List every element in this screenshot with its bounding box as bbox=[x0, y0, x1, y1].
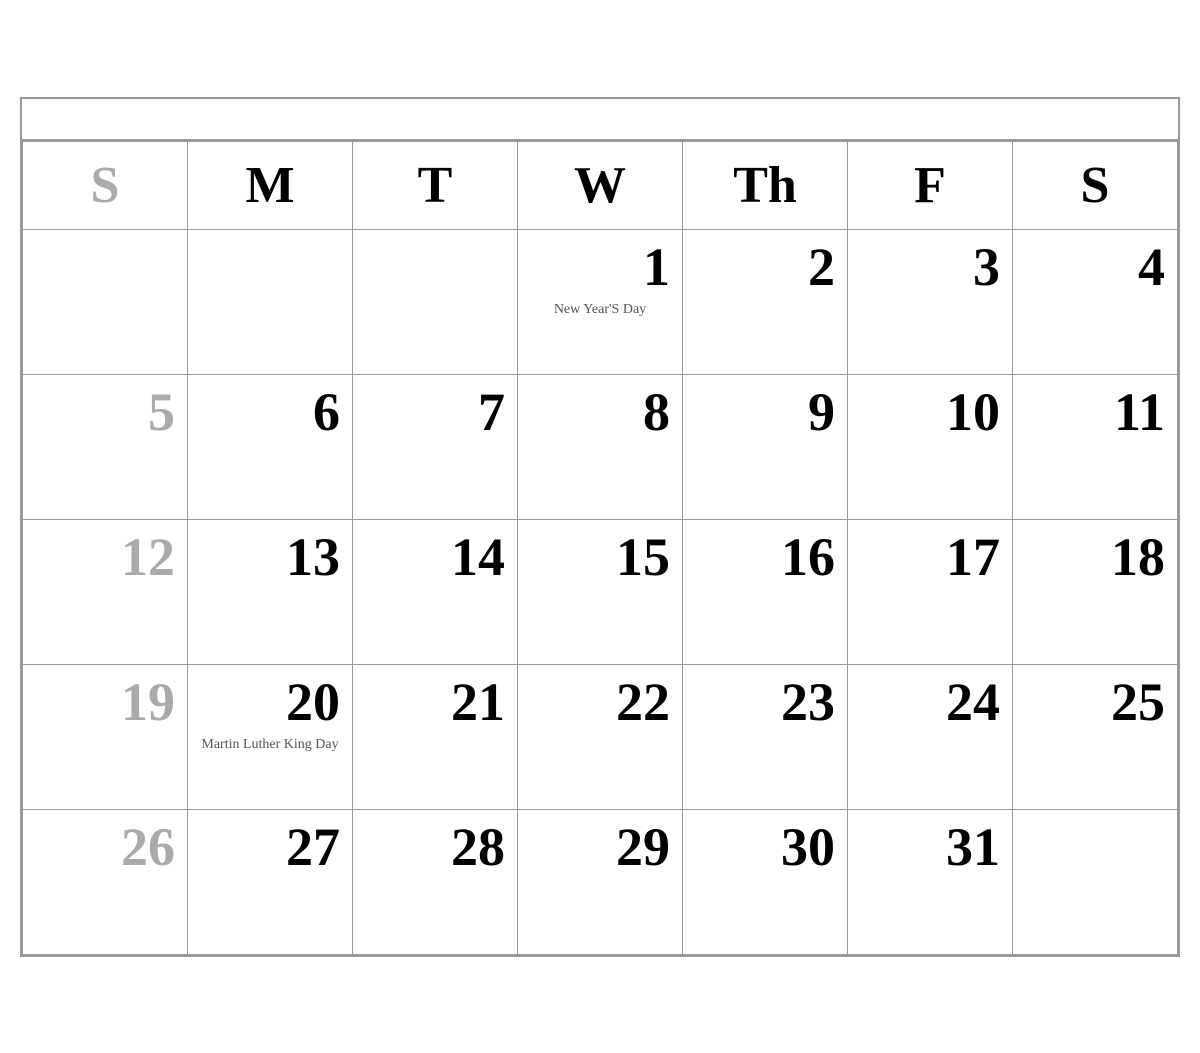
day-number: 16 bbox=[695, 528, 835, 587]
day-number: 1 bbox=[530, 238, 670, 297]
calendar-day-cell: 10 bbox=[848, 374, 1013, 519]
calendar-day-cell: 6 bbox=[188, 374, 353, 519]
day-number: 29 bbox=[530, 818, 670, 877]
holiday-label: New Year'S Day bbox=[530, 301, 670, 319]
calendar-day-cell: 24 bbox=[848, 664, 1013, 809]
header-row: SMTWThFS bbox=[23, 141, 1178, 229]
day-number: 30 bbox=[695, 818, 835, 877]
calendar-day-cell: 26 bbox=[23, 809, 188, 954]
calendar-day-cell: 7 bbox=[353, 374, 518, 519]
day-number: 27 bbox=[200, 818, 340, 877]
calendar-day-cell: 8 bbox=[518, 374, 683, 519]
calendar-day-cell: 31 bbox=[848, 809, 1013, 954]
holiday-label: Martin Luther King Day bbox=[200, 736, 340, 754]
calendar-day-cell: 20 Martin Luther King Day bbox=[188, 664, 353, 809]
calendar-day-cell: 2 bbox=[683, 229, 848, 374]
day-header: S bbox=[23, 141, 188, 229]
calendar-week-row: 26 27 28 29 30 31 bbox=[23, 809, 1178, 954]
day-header: T bbox=[353, 141, 518, 229]
calendar-day-cell: 1 New Year'S Day bbox=[518, 229, 683, 374]
day-header: Th bbox=[683, 141, 848, 229]
calendar-day-cell: 4 bbox=[1013, 229, 1178, 374]
day-header: M bbox=[188, 141, 353, 229]
calendar-container: SMTWThFS 1New Year'S Day2345678910111213… bbox=[20, 97, 1180, 957]
calendar-day-cell bbox=[353, 229, 518, 374]
day-number: 9 bbox=[695, 383, 835, 442]
day-number: 15 bbox=[530, 528, 670, 587]
day-number: 17 bbox=[860, 528, 1000, 587]
calendar-day-cell: 5 bbox=[23, 374, 188, 519]
calendar-day-cell: 18 bbox=[1013, 519, 1178, 664]
day-number: 26 bbox=[35, 818, 175, 877]
calendar-day-cell: 16 bbox=[683, 519, 848, 664]
day-number: 28 bbox=[365, 818, 505, 877]
day-number: 14 bbox=[365, 528, 505, 587]
day-number: 12 bbox=[35, 528, 175, 587]
day-number: 20 bbox=[200, 673, 340, 732]
calendar-day-cell: 15 bbox=[518, 519, 683, 664]
calendar-day-cell: 25 bbox=[1013, 664, 1178, 809]
calendar-day-cell: 9 bbox=[683, 374, 848, 519]
calendar-day-cell bbox=[188, 229, 353, 374]
day-number: 7 bbox=[365, 383, 505, 442]
day-number: 4 bbox=[1025, 238, 1165, 297]
day-number: 11 bbox=[1025, 383, 1165, 442]
day-number: 8 bbox=[530, 383, 670, 442]
calendar-day-cell: 12 bbox=[23, 519, 188, 664]
calendar-day-cell: 14 bbox=[353, 519, 518, 664]
day-number: 10 bbox=[860, 383, 1000, 442]
calendar-day-cell: 13 bbox=[188, 519, 353, 664]
calendar-grid: SMTWThFS 1New Year'S Day2345678910111213… bbox=[22, 141, 1178, 955]
calendar-day-cell: 29 bbox=[518, 809, 683, 954]
calendar-week-row: 12 13 14 15 16 17 18 bbox=[23, 519, 1178, 664]
calendar-week-row: 19 20 Martin Luther King Day 21 22 23 24 25 bbox=[23, 664, 1178, 809]
day-number: 21 bbox=[365, 673, 505, 732]
calendar-title bbox=[22, 99, 1178, 141]
calendar-day-cell: 11 bbox=[1013, 374, 1178, 519]
calendar-day-cell: 3 bbox=[848, 229, 1013, 374]
calendar-week-row: 1 New Year'S Day 234 bbox=[23, 229, 1178, 374]
calendar-day-cell: 22 bbox=[518, 664, 683, 809]
calendar-day-cell bbox=[23, 229, 188, 374]
calendar-day-cell bbox=[1013, 809, 1178, 954]
day-header: W bbox=[518, 141, 683, 229]
day-number: 22 bbox=[530, 673, 670, 732]
calendar-day-cell: 17 bbox=[848, 519, 1013, 664]
calendar-day-cell: 30 bbox=[683, 809, 848, 954]
calendar-day-cell: 23 bbox=[683, 664, 848, 809]
calendar-day-cell: 21 bbox=[353, 664, 518, 809]
day-number: 2 bbox=[695, 238, 835, 297]
calendar-week-row: 56789 10 11 bbox=[23, 374, 1178, 519]
day-number: 23 bbox=[695, 673, 835, 732]
calendar-day-cell: 28 bbox=[353, 809, 518, 954]
day-number: 19 bbox=[35, 673, 175, 732]
day-number: 18 bbox=[1025, 528, 1165, 587]
day-number: 31 bbox=[860, 818, 1000, 877]
day-number: 13 bbox=[200, 528, 340, 587]
day-number: 3 bbox=[860, 238, 1000, 297]
day-number: 6 bbox=[200, 383, 340, 442]
day-number: 24 bbox=[860, 673, 1000, 732]
day-number: 5 bbox=[35, 383, 175, 442]
day-header: S bbox=[1013, 141, 1178, 229]
calendar-body: 1New Year'S Day2345678910111213141516171… bbox=[23, 229, 1178, 954]
day-header: F bbox=[848, 141, 1013, 229]
day-number: 25 bbox=[1025, 673, 1165, 732]
calendar-day-cell: 19 bbox=[23, 664, 188, 809]
calendar-day-cell: 27 bbox=[188, 809, 353, 954]
